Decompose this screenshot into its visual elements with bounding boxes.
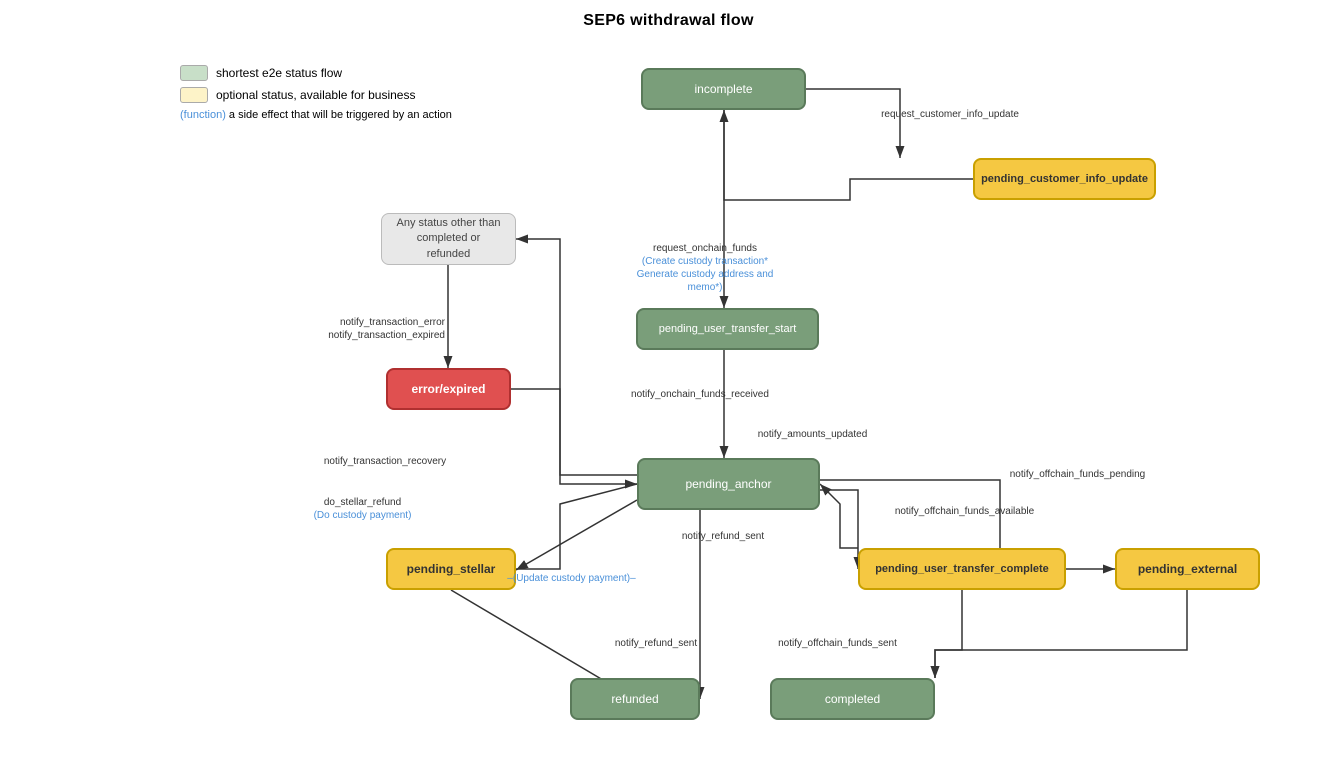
label-notify-refund-right: notify_refund_sent: [663, 530, 783, 543]
node-pending-anchor: pending_anchor: [637, 458, 820, 510]
node-incomplete: incomplete: [641, 68, 806, 110]
node-refunded: refunded: [570, 678, 700, 720]
label-update-custody-payment: –(Update custody payment)–: [494, 572, 649, 585]
label-create-custody: (Create custody transaction*: [642, 256, 768, 267]
node-any-status: Any status other thancompleted or refund…: [381, 213, 516, 265]
node-pending-external: pending_external: [1115, 548, 1260, 590]
legend: shortest e2e status flow optional status…: [180, 65, 452, 121]
node-completed: completed: [770, 678, 935, 720]
legend-yellow-label: optional status, available for business: [216, 88, 415, 102]
legend-yellow-item: optional status, available for business: [180, 87, 452, 103]
label-do-custody-payment: (Do custody payment): [314, 510, 412, 521]
label-notify-offchain-pending: notify_offchain_funds_pending: [1000, 468, 1155, 481]
legend-func-link: (function): [180, 109, 226, 121]
label-notify-refund-left: notify_refund_sent: [596, 637, 716, 650]
node-pending-user-transfer-complete: pending_user_transfer_complete: [858, 548, 1066, 590]
label-notify-error-expired: notify_transaction_error notify_transact…: [285, 316, 445, 342]
label-generate-custody: Generate custody address and memo*): [637, 269, 774, 293]
label-update-custody: (Update custody payment): [513, 573, 630, 584]
label-do-stellar-refund: do_stellar_refund (Do custody payment): [290, 496, 435, 522]
label-notify-offchain-sent: notify_offchain_funds_sent: [760, 637, 915, 650]
label-notify-recovery: notify_transaction_recovery: [305, 455, 465, 468]
legend-green-item: shortest e2e status flow: [180, 65, 452, 81]
legend-green-box: [180, 65, 208, 81]
legend-green-label: shortest e2e status flow: [216, 66, 342, 80]
legend-func-note: (function) a side effect that will be tr…: [180, 109, 452, 121]
node-pending-customer-info-update: pending_customer_info_update: [973, 158, 1156, 200]
node-pending-user-transfer-start: pending_user_transfer_start: [636, 308, 819, 350]
diagram-container: SEP6 withdrawal flow shortest e2e status…: [0, 0, 1337, 770]
node-error-expired: error/expired: [386, 368, 511, 410]
label-notify-offchain-available: notify_offchain_funds_available: [882, 505, 1047, 518]
label-notify-amounts: notify_amounts_updated: [735, 428, 890, 441]
label-request-onchain-funds: request_onchain_funds (Create custody tr…: [620, 242, 790, 294]
label-notify-onchain: notify_onchain_funds_received: [620, 388, 780, 401]
legend-func-desc: a side effect that will be triggered by …: [226, 109, 452, 121]
label-request-customer-info: request_customer_info_update: [870, 108, 1030, 121]
page-title: SEP6 withdrawal flow: [0, 0, 1337, 30]
legend-yellow-box: [180, 87, 208, 103]
